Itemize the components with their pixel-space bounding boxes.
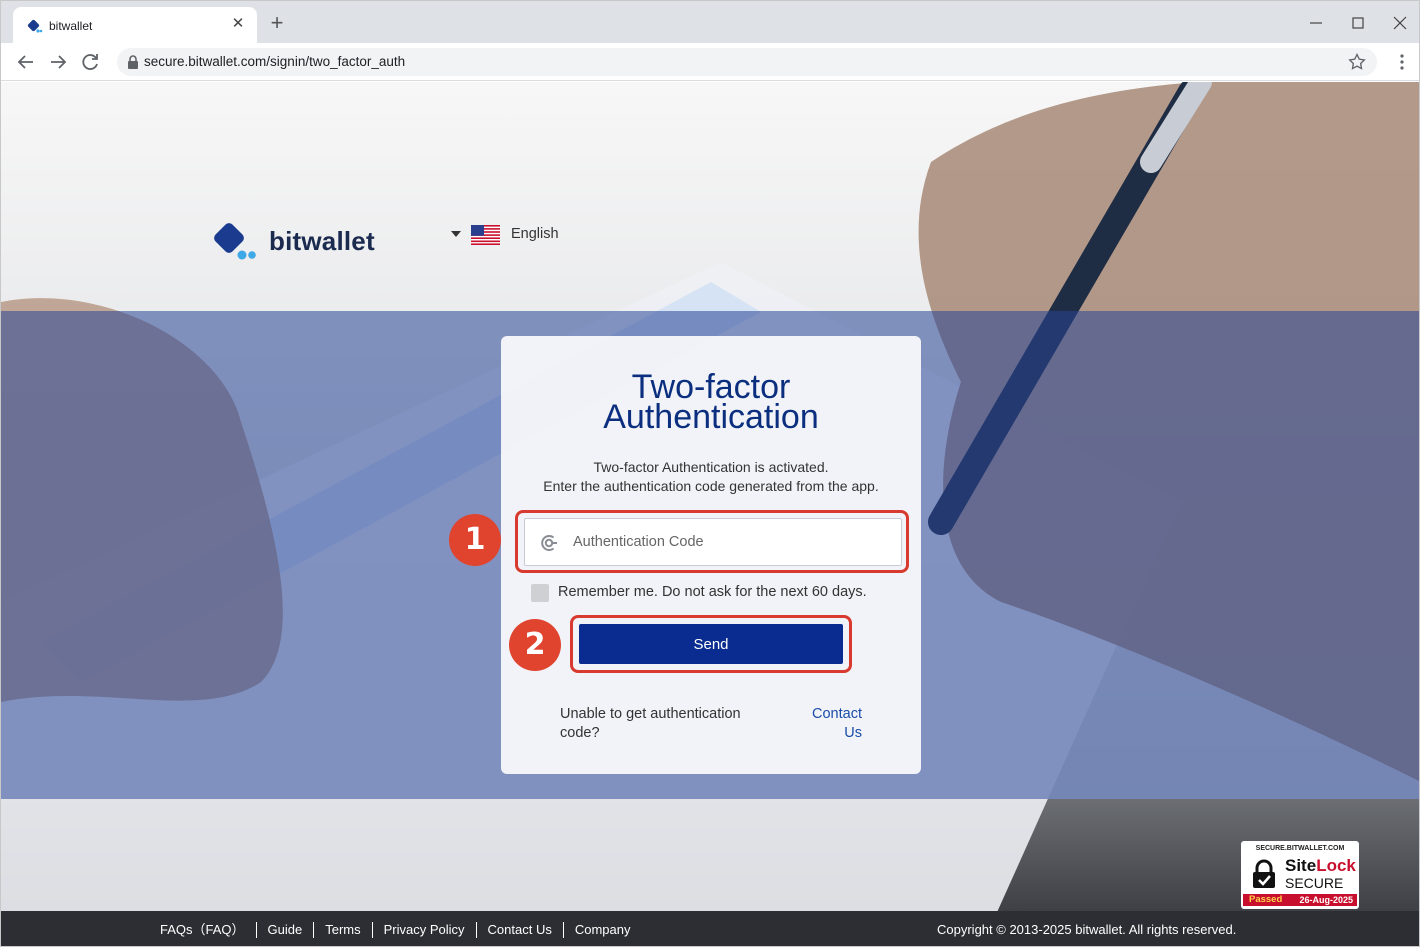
reload-icon[interactable] [79, 51, 101, 73]
sitelock-padlock-icon [1253, 859, 1275, 888]
window-close-icon[interactable] [1390, 13, 1410, 33]
tab-strip: bitwallet ✕ + [1, 1, 1419, 43]
footer-link-terms[interactable]: Terms [313, 921, 371, 938]
help-text: Unable to get authentication code? [560, 706, 741, 741]
url-text: secure.bitwallet.com/signin/two_factor_a… [144, 54, 406, 69]
browser-window: bitwallet ✕ + secure.bitwallet.com/signi… [0, 0, 1420, 947]
two-factor-card: Two-factor Authentication Two-factor Aut… [501, 336, 921, 774]
sitelock-secure: SECURE [1285, 875, 1344, 891]
send-button-highlight: Send [570, 615, 852, 673]
forward-arrow-icon[interactable] [47, 51, 69, 73]
footer-link-privacy-policy[interactable]: Privacy Policy [371, 921, 476, 938]
us-flag-icon [471, 225, 500, 245]
sitelock-status-bar: Passed 26-Aug-2025 [1243, 894, 1357, 906]
title-line-2: Authentication [603, 398, 819, 436]
step-marker-1: 1 [449, 514, 501, 566]
authentication-code-field[interactable] [524, 518, 902, 566]
maximize-icon[interactable] [1348, 13, 1368, 33]
contact-us-link[interactable]: Contact Us [801, 705, 862, 743]
send-button[interactable]: Send [579, 624, 843, 664]
authenticator-icon [541, 535, 557, 551]
sitelock-domain: SECURE.BITWALLET.COM [1255, 845, 1345, 852]
authentication-code-input[interactable] [573, 519, 893, 565]
lock-icon [128, 55, 138, 69]
step-marker-2: 2 [509, 619, 561, 671]
remember-me-checkbox[interactable] [531, 584, 549, 602]
language-label: English [511, 226, 559, 242]
footer: FAQs（FAQ） Guide Terms Privacy Policy Con… [1, 911, 1419, 946]
page-title: Two-factor Authentication [501, 370, 921, 436]
copyright-text: Copyright © 2013-2025 bitwallet. All rig… [937, 922, 1237, 937]
browser-toolbar: secure.bitwallet.com/signin/two_factor_a… [1, 43, 1419, 81]
sitelock-passed: Passed [1249, 894, 1283, 905]
sitelock-name: SiteLock [1285, 856, 1356, 875]
footer-link-contact-us[interactable]: Contact Us [475, 921, 563, 938]
address-bar[interactable]: secure.bitwallet.com/signin/two_factor_a… [117, 48, 1377, 76]
bookmark-star-icon[interactable] [1347, 52, 1367, 72]
card-description: Two-factor Authentication is activated. … [501, 458, 921, 496]
page-viewport: bitwallet English Two-factor Authenticat… [1, 82, 1419, 946]
sitelock-badge[interactable]: SECURE.BITWALLET.COM SiteLock SECURE Pas… [1241, 841, 1359, 909]
bitwallet-favicon-icon [27, 19, 43, 33]
footer-link-guide[interactable]: Guide [255, 921, 314, 938]
minimize-icon[interactable] [1306, 13, 1326, 33]
browser-tab[interactable]: bitwallet ✕ [13, 7, 257, 43]
logo-text: bitwallet [269, 226, 375, 256]
desc-line-2: Enter the authentication code generated … [543, 478, 879, 494]
footer-link-company[interactable]: Company [562, 921, 642, 938]
code-field-highlight [515, 510, 909, 573]
new-tab-button[interactable]: + [265, 12, 289, 36]
bitwallet-logo-icon [214, 223, 256, 260]
tab-close-icon[interactable]: ✕ [229, 15, 247, 33]
tab-title: bitwallet [49, 19, 93, 33]
bitwallet-logo[interactable]: bitwallet [211, 222, 391, 262]
browser-menu-icon[interactable] [1394, 51, 1410, 73]
sitelock-date: 26-Aug-2025 [1299, 895, 1353, 905]
footer-links: FAQs（FAQ） Guide Terms Privacy Policy Con… [149, 911, 642, 946]
remember-me-label[interactable]: Remember me. Do not ask for the next 60 … [558, 584, 867, 600]
desc-line-1: Two-factor Authentication is activated. [593, 459, 829, 475]
caret-down-icon [451, 231, 461, 237]
footer-link-faqs[interactable]: FAQs（FAQ） [149, 922, 256, 938]
back-arrow-icon[interactable] [15, 51, 37, 73]
